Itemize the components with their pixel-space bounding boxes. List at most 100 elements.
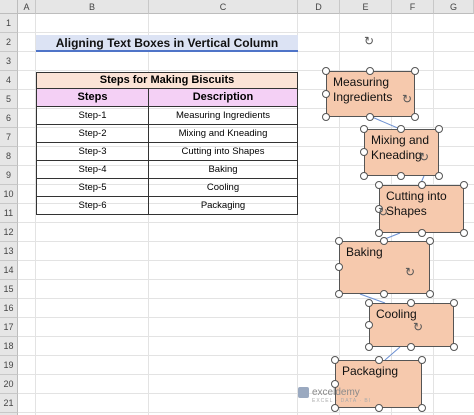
gridline bbox=[18, 355, 474, 356]
resize-handle[interactable] bbox=[360, 125, 368, 133]
rotate-handle-icon[interactable]: ↻ bbox=[376, 205, 390, 219]
column-header-g[interactable]: G bbox=[434, 0, 474, 14]
row-header-7[interactable]: 7 bbox=[0, 128, 18, 147]
description-cell[interactable]: Cutting into Shapes bbox=[149, 143, 298, 161]
resize-handle[interactable] bbox=[397, 125, 405, 133]
resize-handle[interactable] bbox=[335, 290, 343, 298]
table-row: Step-1 Measuring Ingredients bbox=[36, 107, 298, 125]
resize-handle[interactable] bbox=[426, 237, 434, 245]
description-cell[interactable]: Measuring Ingredients bbox=[149, 107, 298, 125]
resize-handle[interactable] bbox=[426, 290, 434, 298]
resize-handle[interactable] bbox=[365, 299, 373, 307]
header-steps[interactable]: Steps bbox=[36, 89, 149, 107]
description-cell[interactable]: Cooling bbox=[149, 179, 298, 197]
resize-handle[interactable] bbox=[418, 229, 426, 237]
resize-handle[interactable] bbox=[460, 229, 468, 237]
row-header-10[interactable]: 10 bbox=[0, 185, 18, 204]
step-cell[interactable]: Step-2 bbox=[36, 125, 149, 143]
column-header-b[interactable]: B bbox=[36, 0, 149, 14]
row-header-13[interactable]: 13 bbox=[0, 242, 18, 261]
resize-handle[interactable] bbox=[335, 237, 343, 245]
resize-handle[interactable] bbox=[322, 113, 330, 121]
resize-handle[interactable] bbox=[450, 343, 458, 351]
resize-handle[interactable] bbox=[407, 343, 415, 351]
resize-handle[interactable] bbox=[360, 172, 368, 180]
row-header-9[interactable]: 9 bbox=[0, 166, 18, 185]
row-header-3[interactable]: 3 bbox=[0, 52, 18, 71]
step-cell[interactable]: Step-1 bbox=[36, 107, 149, 125]
resize-handle[interactable] bbox=[322, 67, 330, 75]
resize-handle[interactable] bbox=[418, 356, 426, 364]
resize-handle[interactable] bbox=[397, 172, 405, 180]
table-row: Step-4 Baking bbox=[36, 161, 298, 179]
resize-handle[interactable] bbox=[380, 290, 388, 298]
column-header-a[interactable]: A bbox=[18, 0, 36, 14]
row-header-12[interactable]: 12 bbox=[0, 223, 18, 242]
row-header-6[interactable]: 6 bbox=[0, 109, 18, 128]
description-cell[interactable]: Packaging bbox=[149, 197, 298, 215]
logo-text: exceldemy bbox=[312, 387, 360, 399]
column-header-e[interactable]: E bbox=[340, 0, 392, 14]
row-header-14[interactable]: 14 bbox=[0, 261, 18, 280]
row-header-17[interactable]: 17 bbox=[0, 318, 18, 337]
gridline bbox=[18, 412, 474, 413]
resize-handle[interactable] bbox=[366, 67, 374, 75]
resize-handle[interactable] bbox=[360, 148, 368, 156]
sheet-title[interactable]: Aligning Text Boxes in Vertical Column bbox=[36, 35, 298, 52]
resize-handle[interactable] bbox=[380, 237, 388, 245]
resize-handle[interactable] bbox=[375, 229, 383, 237]
rotate-handle-icon[interactable]: ↻ bbox=[400, 92, 414, 106]
row-header-19[interactable]: 19 bbox=[0, 356, 18, 375]
column-header-c[interactable]: C bbox=[149, 0, 298, 14]
row-header-1[interactable]: 1 bbox=[0, 14, 18, 33]
resize-handle[interactable] bbox=[418, 181, 426, 189]
step-cell[interactable]: Step-6 bbox=[36, 197, 149, 215]
resize-handle[interactable] bbox=[411, 67, 419, 75]
row-header-8[interactable]: 8 bbox=[0, 147, 18, 166]
row-header-2[interactable]: 2 bbox=[0, 33, 18, 52]
row-header-20[interactable]: 20 bbox=[0, 375, 18, 394]
resize-handle[interactable] bbox=[450, 299, 458, 307]
step-cell[interactable]: Step-4 bbox=[36, 161, 149, 179]
exceldemy-logo-icon bbox=[298, 387, 309, 398]
resize-handle[interactable] bbox=[435, 125, 443, 133]
row-header-21[interactable]: 21 bbox=[0, 394, 18, 413]
resize-handle[interactable] bbox=[322, 90, 330, 98]
step-cell[interactable]: Step-3 bbox=[36, 143, 149, 161]
resize-handle[interactable] bbox=[365, 321, 373, 329]
resize-handle[interactable] bbox=[375, 404, 383, 412]
select-all-corner[interactable] bbox=[0, 0, 18, 14]
row-header-15[interactable]: 15 bbox=[0, 280, 18, 299]
resize-handle[interactable] bbox=[331, 404, 339, 412]
resize-handle[interactable] bbox=[375, 181, 383, 189]
resize-handle[interactable] bbox=[435, 172, 443, 180]
resize-handle[interactable] bbox=[418, 404, 426, 412]
resize-handle[interactable] bbox=[365, 343, 373, 351]
table-title[interactable]: Steps for Making Biscuits bbox=[36, 72, 298, 89]
resize-handle[interactable] bbox=[335, 263, 343, 271]
column-header-d[interactable]: D bbox=[298, 0, 340, 14]
row-header-4[interactable]: 4 bbox=[0, 71, 18, 90]
rotate-handle-icon[interactable]: ↻ bbox=[362, 34, 376, 48]
row-header-11[interactable]: 11 bbox=[0, 204, 18, 223]
header-description[interactable]: Description bbox=[149, 89, 298, 107]
resize-handle[interactable] bbox=[460, 181, 468, 189]
description-cell[interactable]: Mixing and Kneading bbox=[149, 125, 298, 143]
step-cell[interactable]: Step-5 bbox=[36, 179, 149, 197]
resize-handle[interactable] bbox=[375, 356, 383, 364]
steps-table: Steps for Making Biscuits Steps Descript… bbox=[36, 72, 298, 215]
row-header-18[interactable]: 18 bbox=[0, 337, 18, 356]
rotate-handle-icon[interactable]: ↻ bbox=[411, 320, 425, 334]
row-header-5[interactable]: 5 bbox=[0, 90, 18, 109]
resize-handle[interactable] bbox=[411, 113, 419, 121]
rotate-handle-icon[interactable]: ↻ bbox=[417, 150, 431, 164]
description-cell[interactable]: Baking bbox=[149, 161, 298, 179]
row-header-16[interactable]: 16 bbox=[0, 299, 18, 318]
resize-handle[interactable] bbox=[407, 299, 415, 307]
resize-handle[interactable] bbox=[366, 113, 374, 121]
rotate-handle-icon[interactable]: ↻ bbox=[403, 265, 417, 279]
table-header-row: Steps Description bbox=[36, 89, 298, 107]
resize-handle[interactable] bbox=[331, 356, 339, 364]
column-header-f[interactable]: F bbox=[392, 0, 434, 14]
text-box-cutting-into-shapes[interactable]: Cutting into Shapes bbox=[379, 185, 464, 233]
